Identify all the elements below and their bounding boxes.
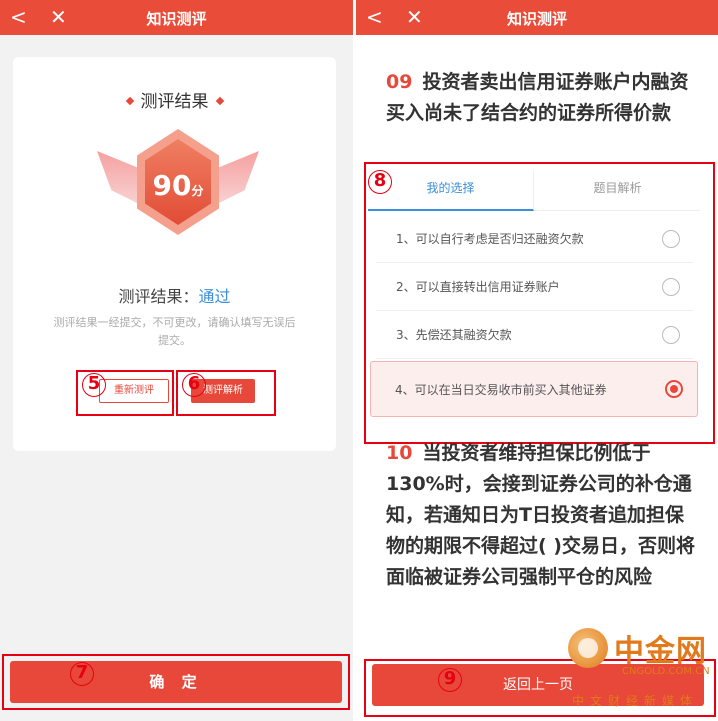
diamond-icon [125,96,134,105]
annotation-number-7: 7 [70,662,94,686]
score-value: 90分 [137,169,219,202]
annotation-number-8: 8 [368,170,392,194]
submit-note: 测评结果一经提交，不可更改，请确认填写无误后提交。 [53,316,296,347]
annotation-box-7 [2,654,350,710]
question-number: 10 [386,442,413,464]
question-body: 投资者卖出信用证券账户内融资买入尚未了结合约的证券所得价款 [386,71,689,124]
page-title: 知识测评 [506,10,567,28]
annotation-box-8 [364,162,715,444]
app-header: < ✕ 知识测评 [0,0,353,35]
brand-logo-icon [568,628,608,668]
score-unit: 分 [191,184,204,198]
app-header: < ✕ 知识测评 [356,0,718,35]
question-text-next: 10 当投资者维持担保比例低于130%时，会接到证券公司的补仓通知，若通知日为T日… [386,438,698,606]
result-title-text: 测评结果 [140,92,209,112]
score-number: 90 [152,169,192,202]
watermark-name: 中金网 [614,634,707,669]
result-status: 测评结果：通过 [13,283,336,307]
question-text: 09 投资者卖出信用证券账户内融资买入尚未了结合约的证券所得价款 [386,67,698,129]
annotation-number-5: 5 [82,373,106,397]
question-screen: < ✕ 知识测评 09 投资者卖出信用证券账户内融资买入尚未了结合约的证券所得价款… [356,0,718,721]
diamond-icon [215,96,224,105]
watermark-domain: CNGOLD.COM.CN [622,666,710,677]
result-screen: < ✕ 知识测评 测评结果 90分 测评结果：通过 测评结果一经提交，不可更改，… [0,0,353,721]
question-body: 当投资者维持担保比例低于130%时，会接到证券公司的补仓通知，若通知日为T日投资… [386,442,695,588]
question-number: 09 [386,71,413,93]
watermark-logo: 中金网 CNGOLD.COM.CN 中文财经新媒体 [562,620,712,720]
score-badge: 90分 [93,123,263,243]
result-card: 测评结果 90分 测评结果：通过 测评结果一经提交，不可更改，请确认填写无误后提… [13,57,336,451]
result-status-value: 通过 [198,287,231,306]
annotation-number-6: 6 [182,373,206,397]
annotation-number-9: 9 [438,668,462,692]
result-title: 测评结果 [13,87,336,112]
result-status-label: 测评结果： [118,287,199,306]
page-title: 知识测评 [146,10,207,28]
watermark-tagline: 中文财经新媒体 [572,694,699,708]
